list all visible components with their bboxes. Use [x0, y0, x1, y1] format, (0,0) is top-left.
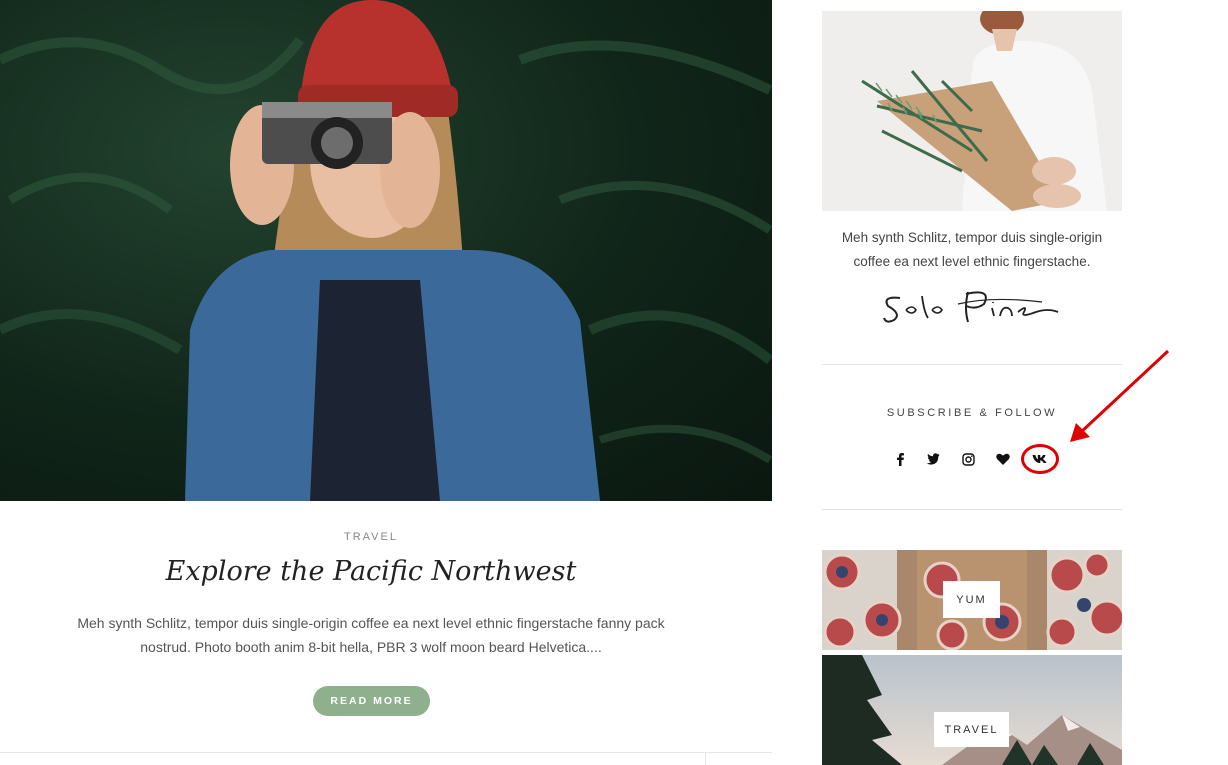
about-image [822, 11, 1122, 211]
instagram-icon[interactable] [958, 449, 978, 469]
heart-icon[interactable] [993, 449, 1013, 469]
facebook-icon[interactable] [890, 449, 910, 469]
twitter-icon[interactable] [923, 449, 943, 469]
category-label-yum: YUM [943, 581, 1000, 618]
post-category[interactable]: TRAVEL [0, 531, 742, 543]
sidebar-divider-2 [822, 509, 1122, 510]
annotation-arrow [1070, 349, 1170, 442]
post-title[interactable]: Explore the Pacific Northwest [0, 556, 742, 587]
post-divider [0, 752, 772, 753]
category-tile-travel[interactable]: TRAVEL [822, 655, 1122, 765]
category-tile-yum[interactable]: YUM [822, 550, 1122, 650]
about-text: Meh synth Schlitz, tempor duis single-or… [841, 230, 1103, 269]
category-label-travel: TRAVEL [934, 712, 1009, 747]
post-featured-image[interactable] [0, 0, 772, 501]
read-more-button[interactable]: READ MORE [313, 686, 430, 716]
mountains-photo [822, 655, 1122, 765]
post-divider-tick [705, 752, 706, 765]
post-excerpt: Meh synth Schlitz, tempor duis single-or… [77, 615, 665, 655]
featured-photo [0, 0, 772, 501]
highlight-circle [1021, 444, 1059, 474]
signature-image [872, 282, 1072, 332]
